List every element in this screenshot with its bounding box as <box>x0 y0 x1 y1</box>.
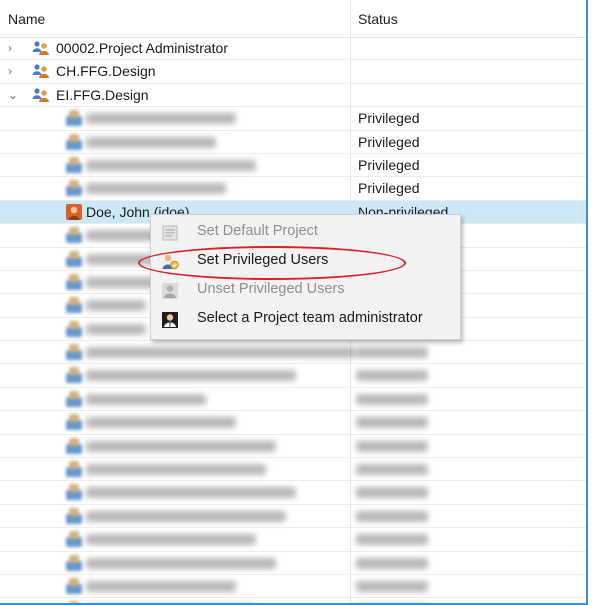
menu-item-set-default-project[interactable]: Set Default Project <box>151 218 460 246</box>
user-icon <box>66 484 82 501</box>
user-icon <box>66 414 82 431</box>
tree-user-row[interactable] <box>0 435 586 459</box>
tree-group-row[interactable]: › 00002.Project Administrator <box>0 37 586 61</box>
user-icon <box>66 180 82 197</box>
redacted-status <box>356 487 428 499</box>
menu-item-label: Select a Project team administrator <box>197 310 423 326</box>
group-label: EI.FFG.Design <box>56 86 149 103</box>
tree-user-row[interactable] <box>0 528 586 552</box>
redacted-name <box>86 440 276 452</box>
redacted-status <box>356 580 428 592</box>
redacted-status <box>356 440 428 452</box>
user-icon <box>66 507 82 524</box>
chevron-right-icon[interactable]: › <box>8 64 20 78</box>
column-header: Name Status <box>0 0 586 38</box>
group-icon <box>32 87 50 103</box>
redacted-name <box>86 370 296 382</box>
user-icon <box>66 297 82 314</box>
menu-item-unset-privileged-users[interactable]: Unset Privileged Users <box>151 276 460 304</box>
redacted-name <box>86 534 256 546</box>
default-project-icon <box>161 224 179 242</box>
project-users-tree: Name Status › 00002.Project Administrator… <box>0 0 588 605</box>
redacted-name <box>86 183 226 195</box>
user-icon <box>66 554 82 571</box>
redacted-status <box>356 417 428 429</box>
redacted-name <box>86 276 156 288</box>
user-icon <box>66 577 82 594</box>
redacted-status <box>356 393 428 405</box>
user-icon <box>66 344 82 361</box>
user-icon <box>66 273 82 290</box>
redacted-name <box>86 464 266 476</box>
redacted-name <box>86 136 216 148</box>
tree-user-row[interactable] <box>0 575 586 599</box>
tree-group-row[interactable]: ⌄ EI.FFG.Design <box>0 84 586 108</box>
menu-item-label: Set Default Project <box>197 223 318 239</box>
tree-user-row[interactable] <box>0 481 586 505</box>
tree-user-row[interactable] <box>0 598 586 603</box>
user-status: Privileged <box>358 180 420 197</box>
tree-user-row[interactable] <box>0 505 586 529</box>
group-icon <box>32 40 50 56</box>
user-status: Privileged <box>358 133 420 150</box>
chevron-right-icon[interactable]: › <box>8 41 20 55</box>
unset-privileged-icon <box>161 282 179 300</box>
redacted-status <box>356 464 428 476</box>
user-icon <box>66 133 82 150</box>
user-status: Privileged <box>358 110 420 127</box>
tree-user-row[interactable]: Privileged <box>0 177 586 201</box>
tree-user-row[interactable] <box>0 341 586 365</box>
group-label: CH.FFG.Design <box>56 63 156 80</box>
tree-user-row[interactable] <box>0 458 586 482</box>
menu-item-select-team-admin[interactable]: Select a Project team administrator <box>151 305 460 333</box>
redacted-name <box>86 347 356 359</box>
column-status-header[interactable]: Status <box>358 11 398 27</box>
redacted-status <box>356 510 428 522</box>
chevron-down-icon[interactable]: ⌄ <box>8 88 20 102</box>
redacted-name <box>86 510 286 522</box>
tree-user-row[interactable]: Privileged <box>0 131 586 154</box>
tree-user-row[interactable] <box>0 364 586 388</box>
tree-user-row[interactable]: Privileged <box>0 154 586 178</box>
redacted-status <box>356 347 428 359</box>
highlight-callout <box>138 246 406 280</box>
redacted-name <box>86 417 236 429</box>
redacted-status <box>356 370 428 382</box>
redacted-name <box>86 323 146 335</box>
user-icon <box>66 227 82 244</box>
redacted-status <box>356 557 428 569</box>
user-icon <box>66 461 82 478</box>
tree-user-row[interactable]: Privileged <box>0 107 586 131</box>
user-icon <box>66 531 82 548</box>
redacted-name <box>86 580 236 592</box>
user-icon <box>66 367 82 384</box>
redacted-name <box>86 159 256 171</box>
tree-group-row[interactable]: › CH.FFG.Design <box>0 60 586 84</box>
redacted-name <box>86 487 296 499</box>
user-icon <box>66 601 82 603</box>
user-icon <box>66 250 82 267</box>
menu-item-label: Unset Privileged Users <box>197 281 345 297</box>
user-icon <box>66 110 82 127</box>
group-label: 00002.Project Administrator <box>56 40 228 56</box>
user-icon <box>66 203 82 220</box>
tree-user-row[interactable] <box>0 388 586 412</box>
user-icon <box>66 156 82 173</box>
tree-user-row[interactable] <box>0 411 586 435</box>
column-name-header[interactable]: Name <box>8 11 45 27</box>
redacted-name <box>86 557 276 569</box>
team-admin-icon <box>161 311 179 329</box>
redacted-status <box>356 534 428 546</box>
group-icon <box>32 63 50 79</box>
user-status: Privileged <box>358 156 420 173</box>
user-icon <box>66 437 82 454</box>
redacted-name <box>86 300 146 312</box>
user-icon <box>66 320 82 337</box>
tree-user-row[interactable] <box>0 552 586 575</box>
redacted-name <box>86 113 236 125</box>
redacted-name <box>86 393 206 405</box>
user-icon <box>66 390 82 407</box>
redacted-name <box>86 230 156 242</box>
